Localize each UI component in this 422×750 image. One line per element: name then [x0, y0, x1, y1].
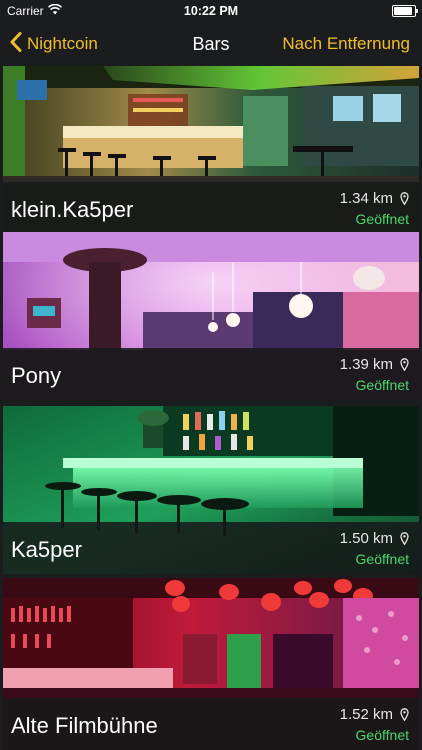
bar-name: klein.Ka5per	[11, 197, 134, 222]
bar-row-alte-filmbuehne[interactable]: Alte Filmbühne 1.52 km Geöffnet	[3, 578, 419, 750]
bar-caption: Pony 1.39 km Geöffnet	[3, 348, 419, 400]
back-button[interactable]: Nightcoin	[10, 31, 98, 57]
status-left: Carrier	[7, 3, 62, 18]
bar-row-ka5per[interactable]: Ka5per 1.50 km Geöffnet	[3, 406, 419, 574]
navigation-bar: Nightcoin Bars Nach Entfernung	[0, 22, 422, 66]
carrier-label: Carrier	[7, 4, 44, 18]
location-pin-icon	[400, 532, 409, 545]
bar-row-klein-ka5per[interactable]: klein.Ka5per 1.34 km Geöffnet	[3, 66, 419, 234]
bar-name: Pony	[11, 363, 62, 388]
open-status: Geöffnet	[355, 377, 409, 393]
status-time: 10:22 PM	[183, 4, 239, 18]
bar-caption: Ka5per 1.50 km Geöffnet	[3, 522, 419, 574]
status-bar: Carrier 10:22 PM	[0, 0, 422, 22]
bar-caption: klein.Ka5per 1.34 km Geöffnet	[3, 182, 419, 234]
open-status: Geöffnet	[355, 211, 409, 227]
battery-icon	[392, 5, 418, 17]
bar-name: Alte Filmbühne	[11, 713, 158, 738]
bar-distance: 1.50 km	[340, 530, 409, 547]
bar-list: klein.Ka5per 1.34 km Geöffnet Pony 1.39 …	[0, 66, 422, 750]
chevron-left-icon	[10, 31, 22, 57]
sort-button[interactable]: Nach Entfernung	[282, 34, 410, 54]
distance-value: 1.50 km	[339, 530, 393, 547]
bar-caption: Alte Filmbühne 1.52 km Geöffnet	[3, 698, 419, 750]
location-pin-icon	[400, 708, 409, 721]
wifi-icon	[47, 3, 62, 18]
bar-distance: 1.34 km	[340, 190, 409, 207]
back-button-label: Nightcoin	[27, 34, 98, 53]
bar-distance: 1.39 km	[340, 356, 409, 373]
location-pin-icon	[400, 192, 409, 205]
distance-value: 1.34 km	[339, 190, 393, 207]
distance-value: 1.39 km	[339, 356, 393, 373]
location-pin-icon	[400, 358, 409, 371]
distance-value: 1.52 km	[339, 706, 393, 723]
open-status: Geöffnet	[355, 727, 409, 743]
bar-distance: 1.52 km	[340, 706, 409, 723]
bar-row-pony[interactable]: Pony 1.39 km Geöffnet	[3, 232, 419, 400]
battery-level	[394, 7, 412, 15]
bar-name: Ka5per	[11, 537, 82, 562]
open-status: Geöffnet	[355, 551, 409, 567]
